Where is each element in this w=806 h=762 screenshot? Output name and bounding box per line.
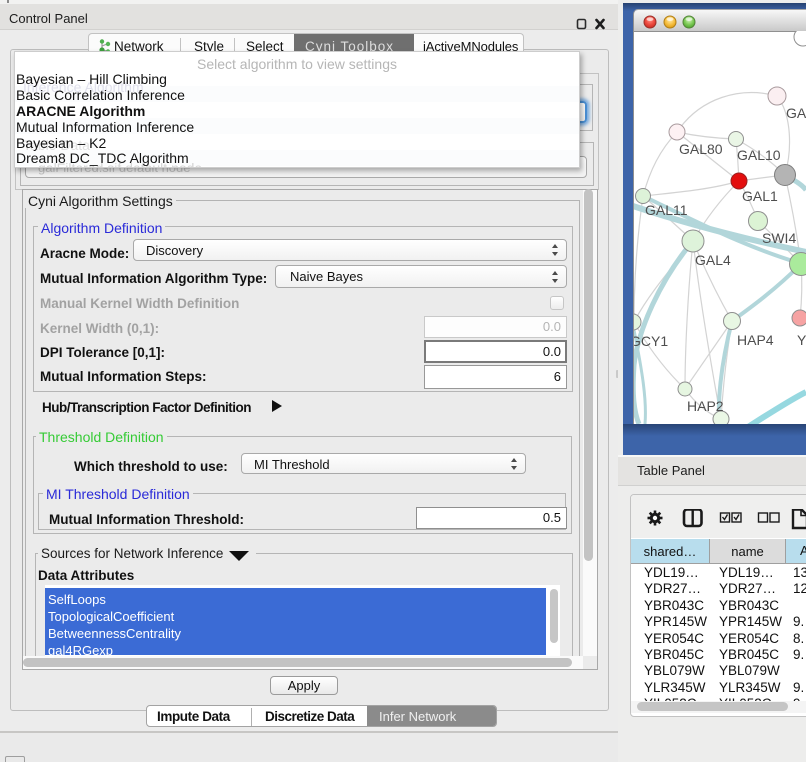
svg-text:HAP2: HAP2 bbox=[687, 398, 724, 414]
svg-text:HAP4: HAP4 bbox=[737, 332, 774, 348]
svg-text:GAL80: GAL80 bbox=[679, 141, 723, 157]
svg-text:GAL: GAL bbox=[786, 105, 806, 121]
svg-text:GAL4: GAL4 bbox=[695, 252, 731, 268]
svg-text:GAL11: GAL11 bbox=[645, 202, 688, 218]
svg-text:SWI4: SWI4 bbox=[762, 230, 796, 246]
svg-text:GAL10: GAL10 bbox=[737, 147, 781, 163]
svg-text:Y: Y bbox=[797, 332, 806, 348]
svg-text:GAL1: GAL1 bbox=[742, 188, 778, 204]
svg-text:GCY1: GCY1 bbox=[634, 333, 668, 349]
